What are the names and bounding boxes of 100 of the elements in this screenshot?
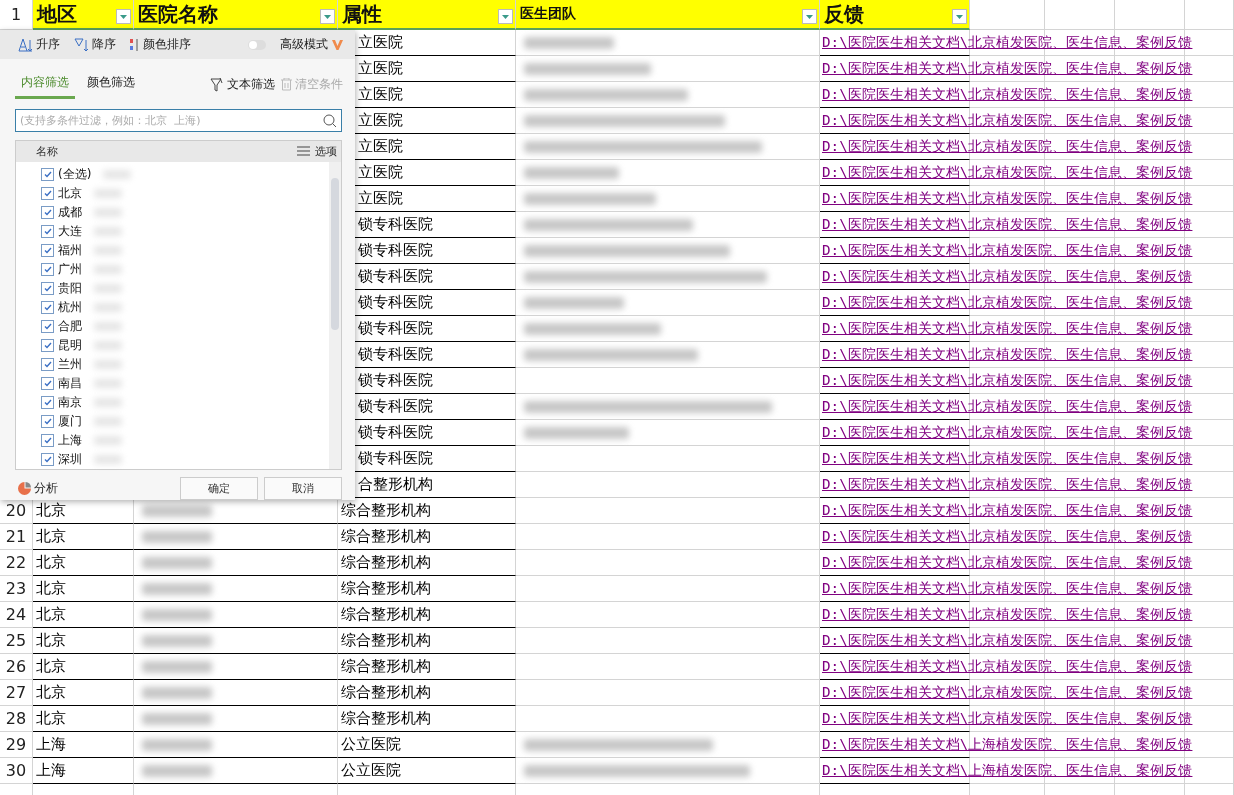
filter-dropdown-button[interactable]	[498, 9, 513, 24]
sort-button[interactable]: 颜色排序	[130, 36, 191, 54]
checkbox[interactable]	[41, 244, 54, 257]
filter-dropdown-button[interactable]	[802, 9, 817, 24]
row-number: 27	[0, 680, 33, 706]
file-link[interactable]: D:\医院医生相关文档\北京植发医院、医生信息、案例反馈	[820, 215, 1193, 234]
sort-ascending-icon	[18, 37, 33, 52]
table-cell: 上海	[33, 758, 134, 784]
row-number: 25	[0, 628, 33, 654]
toggle-switch[interactable]	[248, 39, 266, 50]
sort-button[interactable]: 升序	[18, 36, 60, 54]
list-item[interactable]: 上海	[41, 431, 329, 450]
list-item[interactable]: 厦门	[41, 412, 329, 431]
file-link[interactable]: D:\医院医生相关文档\北京植发医院、医生信息、案例反馈	[820, 189, 1193, 208]
table-cell: 综合整形机构	[338, 524, 516, 550]
list-item[interactable]: 贵阳	[41, 279, 329, 298]
file-link[interactable]: D:\医院医生相关文档\北京植发医院、医生信息、案例反馈	[820, 33, 1193, 52]
filter-tab[interactable]: 内容筛选	[15, 70, 75, 100]
file-link[interactable]: D:\医院医生相关文档\北京植发医院、医生信息、案例反馈	[820, 319, 1193, 338]
list-item[interactable]: 大连	[41, 222, 329, 241]
table-cell: 综合整形机构	[338, 576, 516, 602]
filter-tab[interactable]: 颜色筛选	[81, 70, 141, 100]
file-link[interactable]: D:\医院医生相关文档\北京植发医院、医生信息、案例反馈	[820, 111, 1193, 130]
table-cell: 北京	[33, 628, 134, 654]
checkbox[interactable]	[41, 339, 54, 352]
row-number: 28	[0, 706, 33, 732]
file-link[interactable]: D:\医院医生相关文档\北京植发医院、医生信息、案例反馈	[820, 683, 1193, 702]
table-cell: 北京	[33, 654, 134, 680]
list-item[interactable]: 合肥	[41, 317, 329, 336]
file-link[interactable]: D:\医院医生相关文档\北京植发医院、医生信息、案例反馈	[820, 137, 1193, 156]
pie-chart-icon	[18, 482, 31, 495]
file-link[interactable]: D:\医院医生相关文档\北京植发医院、医生信息、案例反馈	[820, 371, 1193, 390]
file-link[interactable]: D:\医院医生相关文档\上海植发医院、医生信息、案例反馈	[820, 761, 1193, 780]
caret-icon	[120, 14, 127, 19]
file-link[interactable]: D:\医院医生相关文档\北京植发医院、医生信息、案例反馈	[820, 631, 1193, 650]
list-item[interactable]: 北京	[41, 184, 329, 203]
file-link[interactable]: D:\医院医生相关文档\北京植发医院、医生信息、案例反馈	[820, 527, 1193, 546]
list-item[interactable]: 兰州	[41, 355, 329, 374]
dialog-button[interactable]: 取消	[264, 477, 342, 500]
list-item[interactable]: 深圳	[41, 450, 329, 469]
file-link[interactable]: D:\医院医生相关文档\北京植发医院、医生信息、案例反馈	[820, 657, 1193, 676]
list-item[interactable]: 成都	[41, 203, 329, 222]
checkbox[interactable]	[41, 263, 54, 276]
trash-icon	[281, 78, 292, 92]
checkbox[interactable]	[41, 282, 54, 295]
filter-dropdown-button[interactable]	[116, 9, 131, 24]
file-link[interactable]: D:\医院医生相关文档\北京植发医院、医生信息、案例反馈	[820, 293, 1193, 312]
checkbox[interactable]	[41, 301, 54, 314]
checkbox[interactable]	[41, 453, 54, 466]
file-link[interactable]: D:\医院医生相关文档\北京植发医院、医生信息、案例反馈	[820, 163, 1193, 182]
list-item[interactable]: 南昌	[41, 374, 329, 393]
text-filter-button[interactable]: 文本筛选	[210, 76, 275, 94]
list-item[interactable]: 南京	[41, 393, 329, 412]
row-number: 21	[0, 524, 33, 550]
file-link[interactable]: D:\医院医生相关文档\北京植发医院、医生信息、案例反馈	[820, 397, 1193, 416]
checkbox[interactable]	[41, 415, 54, 428]
list-item[interactable]: 昆明	[41, 336, 329, 355]
filter-icon	[210, 77, 224, 93]
search-field[interactable]: (支持多条件过滤，例如：北京 上海)	[15, 108, 342, 132]
options-button[interactable]: 选项	[297, 144, 337, 159]
file-link[interactable]: D:\医院医生相关文档\北京植发医院、医生信息、案例反馈	[820, 605, 1193, 624]
vip-icon	[332, 39, 343, 50]
file-link[interactable]: D:\医院医生相关文档\北京植发医院、医生信息、案例反馈	[820, 449, 1193, 468]
list-item[interactable]: 广州	[41, 260, 329, 279]
row-number: 29	[0, 732, 33, 758]
file-link[interactable]: D:\医院医生相关文档\北京植发医院、医生信息、案例反馈	[820, 553, 1193, 572]
checkbox[interactable]	[41, 358, 54, 371]
file-link[interactable]: D:\医院医生相关文档\北京植发医院、医生信息、案例反馈	[820, 59, 1193, 78]
file-link[interactable]: D:\医院医生相关文档\上海植发医院、医生信息、案例反馈	[820, 735, 1193, 754]
checkbox[interactable]	[41, 396, 54, 409]
file-link[interactable]: D:\医院医生相关文档\北京植发医院、医生信息、案例反馈	[820, 423, 1193, 442]
file-link[interactable]: D:\医院医生相关文档\北京植发医院、医生信息、案例反馈	[820, 501, 1193, 520]
file-link[interactable]: D:\医院医生相关文档\北京植发医院、医生信息、案例反馈	[820, 345, 1193, 364]
table-cell: 公立医院	[338, 758, 516, 784]
file-link[interactable]: D:\医院医生相关文档\北京植发医院、医生信息、案例反馈	[820, 85, 1193, 104]
filter-dropdown-button[interactable]	[320, 9, 335, 24]
column-header: 医院名称	[134, 0, 338, 30]
file-link[interactable]: D:\医院医生相关文档\北京植发医院、医生信息、案例反馈	[820, 579, 1193, 598]
file-link[interactable]: D:\医院医生相关文档\北京植发医院、医生信息、案例反馈	[820, 267, 1193, 286]
checkbox[interactable]	[41, 168, 54, 181]
color-sort-icon	[130, 37, 140, 52]
filter-dropdown-button[interactable]	[952, 9, 967, 24]
file-link[interactable]: D:\医院医生相关文档\北京植发医院、医生信息、案例反馈	[820, 709, 1193, 728]
list-item[interactable]: (全选)	[41, 165, 329, 184]
list-item[interactable]: 杭州	[41, 298, 329, 317]
dialog-button[interactable]: 确定	[180, 477, 258, 500]
row-number: 1	[9, 5, 23, 24]
checkbox[interactable]	[41, 187, 54, 200]
file-link[interactable]: D:\医院医生相关文档\北京植发医院、医生信息、案例反馈	[820, 475, 1193, 494]
scrollbar[interactable]	[329, 162, 341, 469]
sort-button[interactable]: 降序	[74, 36, 116, 54]
checkbox[interactable]	[41, 377, 54, 390]
file-link[interactable]: D:\医院医生相关文档\北京植发医院、医生信息、案例反馈	[820, 241, 1193, 260]
list-item[interactable]: 福州	[41, 241, 329, 260]
checkbox[interactable]	[41, 225, 54, 238]
table-cell: 综合整形机构	[338, 706, 516, 732]
checkbox[interactable]	[41, 320, 54, 333]
checkbox[interactable]	[41, 206, 54, 219]
checkbox[interactable]	[41, 434, 54, 447]
analyze-button[interactable]: 分析	[18, 480, 58, 497]
